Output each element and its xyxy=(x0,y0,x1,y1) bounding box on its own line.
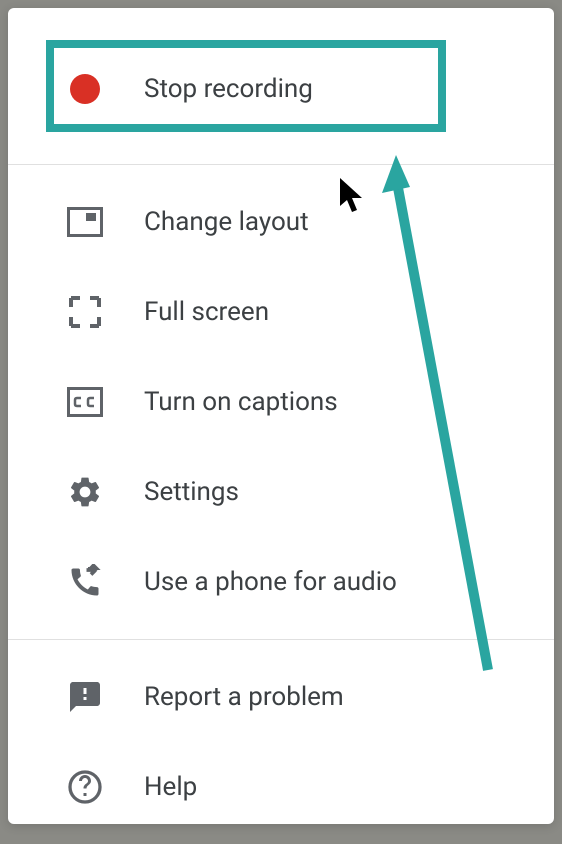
layout-icon xyxy=(66,203,104,241)
menu-item-label: Change layout xyxy=(144,207,309,237)
menu-item-label: Full screen xyxy=(144,297,269,327)
help-item[interactable]: Help xyxy=(8,742,554,832)
highlight-annotation xyxy=(46,40,446,132)
cursor-pointer-icon xyxy=(338,176,366,220)
menu-item-label: Help xyxy=(144,772,197,802)
captions-icon xyxy=(66,383,104,421)
feedback-icon xyxy=(66,678,104,716)
fullscreen-icon xyxy=(66,293,104,331)
annotation-arrow-icon xyxy=(378,155,508,689)
menu-item-label: Report a problem xyxy=(144,682,344,712)
menu-item-label: Use a phone for audio xyxy=(144,567,397,597)
gear-icon xyxy=(66,473,104,511)
menu-item-label: Turn on captions xyxy=(144,387,338,417)
phone-arrow-icon xyxy=(66,563,104,601)
help-icon xyxy=(66,768,104,806)
menu-item-label: Settings xyxy=(144,477,239,507)
